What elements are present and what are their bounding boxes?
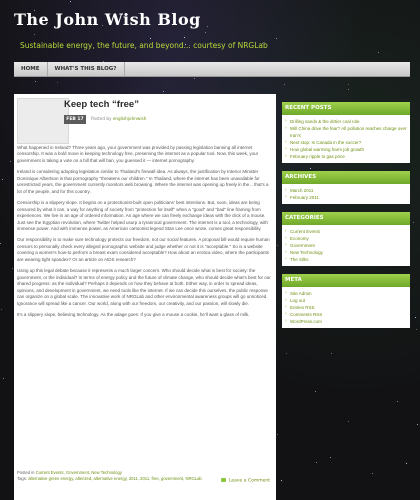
star-dot [0, 243, 1, 244]
star-dot [348, 84, 349, 85]
star-dot [12, 268, 13, 269]
recent-post-link[interactable]: Will China drive the fear? All pollution… [285, 125, 407, 139]
meta-link[interactable]: Entries RSS [285, 304, 407, 311]
widget-title: META [282, 274, 410, 287]
site-header: The John Wish Blog Sustainable energy, t… [14, 6, 410, 58]
star-dot [417, 424, 418, 425]
star-dot [415, 317, 416, 318]
star-dot [1, 309, 2, 310]
post-tags-links[interactable]: alternative green energy, alterized, alt… [28, 476, 202, 481]
post-categories-links[interactable]: Current Events, Government, New Technolo… [36, 470, 122, 475]
star-dot [2, 179, 3, 180]
post-paragraph: What happened in Ireland? Three years ag… [17, 145, 259, 163]
archive-link[interactable]: February 2011 [285, 194, 407, 201]
post-date-badge: FEB 17 [64, 115, 86, 124]
widget-archives: ARCHIVES March 2011 February 2011 [282, 171, 410, 204]
post-paragraph: Our responsibility is to make sure techn… [17, 237, 270, 262]
main-nav: HOME WHAT'S THIS BLOG? [14, 62, 410, 77]
recent-post-link[interactable]: Next stop: Is Canada in the soccer? [285, 139, 407, 146]
widget-categories: CATEGORIES Current Events Economy Govern… [282, 212, 410, 266]
author-link[interactable]: englishjohnwish [113, 116, 147, 121]
meta-link[interactable]: Log out [285, 297, 407, 304]
nav-about[interactable]: WHAT'S THIS BLOG? [48, 62, 125, 76]
leave-comment-link[interactable]: Leave a Comment [220, 478, 270, 484]
post-byline: Posted by englishjohnwish [91, 116, 146, 121]
category-link[interactable]: Economy [285, 235, 407, 242]
sidebar: RECENT POSTS Drilling sands & the dirtie… [282, 102, 410, 336]
category-link[interactable]: Government [285, 242, 407, 249]
star-dot [163, 91, 164, 92]
archive-link[interactable]: March 2011 [285, 187, 407, 194]
post-paragraph: Using up this legal debate because it re… [17, 268, 271, 306]
star-dot [70, 1, 71, 2]
post-paragraph: Ireland is considering adopting legislat… [17, 169, 269, 194]
comment-bubble-icon [220, 478, 226, 482]
site-tagline: Sustainable energy, the future, and beyo… [20, 41, 268, 50]
widget-title: CATEGORIES [282, 212, 410, 225]
nav-home[interactable]: HOME [14, 62, 48, 76]
meta-link[interactable]: Site Admin [285, 290, 407, 297]
recent-post-link[interactable]: Drilling sands & the dirtier coal role [285, 118, 407, 125]
post-paragraph: Censorship is a slippery slope. It begin… [17, 200, 268, 231]
recent-post-link[interactable]: How global warming harm job growth [285, 146, 407, 153]
star-dot [10, 161, 11, 162]
site-title[interactable]: The John Wish Blog [14, 10, 201, 29]
star-dot [284, 84, 285, 85]
leave-comment-label[interactable]: Leave a Comment [229, 479, 270, 484]
star-dot [3, 378, 4, 379]
blog-post: Keep tech “free” FEB 17 Posted by englis… [14, 94, 276, 500]
post-thumbnail [17, 98, 69, 144]
tags-label: Tags: [17, 476, 28, 481]
content-wrap: Keep tech “free” FEB 17 Posted by englis… [14, 94, 410, 500]
post-title[interactable]: Keep tech “free” [64, 99, 139, 110]
star-dot [416, 329, 417, 330]
category-link[interactable]: The Silks [285, 256, 407, 263]
star-dot [348, 89, 349, 90]
widget-meta: META Site Admin Log out Entries RSS Comm… [282, 274, 410, 328]
category-link[interactable]: New Technology [285, 249, 407, 256]
meta-link[interactable]: Comments RSS [285, 311, 407, 318]
post-paragraph: It's a slippery slope, believing technol… [17, 311, 250, 317]
recent-post-link[interactable]: February ripple to gas price [285, 153, 407, 160]
posted-by-label: Posted by [91, 116, 112, 121]
star-dot [194, 78, 195, 79]
posted-in-label: Posted in [17, 470, 35, 475]
widget-recent-posts: RECENT POSTS Drilling sands & the dirtie… [282, 102, 410, 163]
widget-title: RECENT POSTS [282, 102, 410, 115]
meta-link[interactable]: WordPress.com [285, 318, 407, 325]
star-dot [57, 82, 58, 83]
category-link[interactable]: Current Events [285, 228, 407, 235]
star-dot [413, 222, 414, 223]
star-dot [35, 81, 36, 82]
widget-title: ARCHIVES [282, 171, 410, 184]
post-body: What happened in Ireland? Three years ag… [17, 145, 271, 323]
